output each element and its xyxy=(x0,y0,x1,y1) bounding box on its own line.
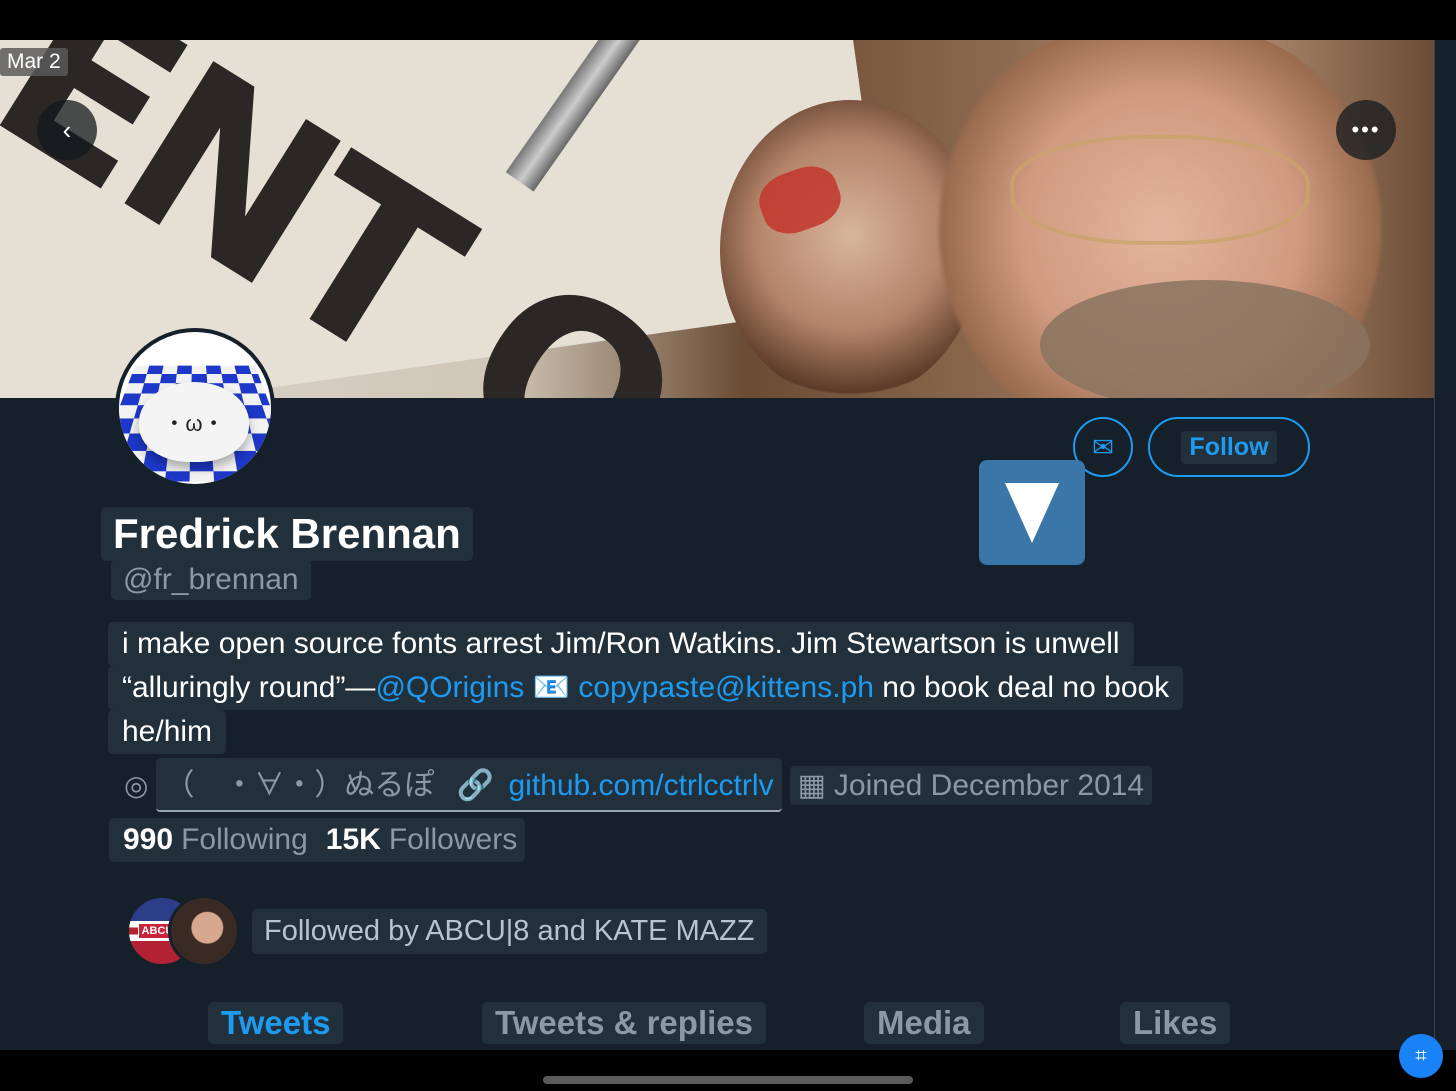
follow-stats: 990 Following 15K Followers xyxy=(109,818,526,862)
followed-by[interactable]: ABCU|8 Followed by ABCU|8 and KATE MAZZ xyxy=(126,895,767,967)
bio-line-3: he/him xyxy=(108,710,227,754)
tab-tweets-replies[interactable]: Tweets & replies xyxy=(482,1002,766,1044)
follow-button[interactable]: Follow xyxy=(1148,417,1310,477)
triangle-down-icon[interactable] xyxy=(979,460,1085,565)
avatar[interactable]: ・ω・ xyxy=(115,328,275,488)
side-divider xyxy=(1434,40,1456,1050)
profile-tabs: Tweets Tweets & replies Media Likes xyxy=(0,1000,1434,1050)
link-icon: 🔗 xyxy=(456,769,495,802)
more-options-button[interactable]: ••• xyxy=(1336,100,1396,160)
back-button[interactable]: ‹ xyxy=(37,100,97,160)
profile-name: Fredrick Brennan xyxy=(101,507,473,561)
follower-avatar-2 xyxy=(168,895,240,967)
mention-link[interactable]: @QOrigins xyxy=(375,671,524,704)
tab-tweets[interactable]: Tweets xyxy=(208,1002,344,1044)
profile-location: （ ・∀・）ぬるぽ xyxy=(164,769,435,802)
chevron-left-icon: ‹ xyxy=(62,114,72,145)
profile-meta: ◎ （ ・∀・）ぬるぽ 🔗 github.com/ctrlcctrlv ▦ Joi… xyxy=(110,758,1153,812)
bio-line-2: “alluringly round”—@QOrigins 📧 copypaste… xyxy=(108,666,1184,710)
date-tag: Mar 2 xyxy=(0,48,68,76)
website-link[interactable]: github.com/ctrlcctrlv xyxy=(508,769,773,802)
profile-screen: ENT Q Mar 2 ‹ ••• ・ω・ ✉ Follow Fredrick … xyxy=(0,40,1434,1050)
email-link[interactable]: copypaste@kittens.ph xyxy=(578,671,874,704)
calendar-icon: ▦ xyxy=(797,768,826,802)
mail-icon: ✉ xyxy=(1092,431,1114,462)
tab-media[interactable]: Media xyxy=(864,1002,984,1044)
banner-sign-text: ENT Q xyxy=(0,40,716,398)
following-stat[interactable]: 990 Following xyxy=(123,823,308,857)
follow-label: Follow xyxy=(1181,430,1277,464)
profile-bio: i make open source fonts arrest Jim/Ron … xyxy=(108,622,1184,754)
profile-handle: @fr_brennan xyxy=(111,560,311,600)
followers-stat[interactable]: 15K Followers xyxy=(326,823,517,857)
avatar-face: ・ω・ xyxy=(139,382,249,462)
location-pin-icon: ◎ xyxy=(124,769,149,801)
home-indicator[interactable] xyxy=(543,1076,913,1084)
status-bar xyxy=(0,0,1456,40)
profile-location-and-website[interactable]: （ ・∀・）ぬるぽ 🔗 github.com/ctrlcctrlv xyxy=(156,758,782,812)
tab-likes[interactable]: Likes xyxy=(1120,1002,1231,1044)
banner-glasses xyxy=(1010,135,1310,245)
joined-date: ▦ Joined December 2014 xyxy=(789,765,1153,805)
banner-beard xyxy=(1040,280,1370,398)
bio-line-1: i make open source fonts arrest Jim/Ron … xyxy=(108,622,1134,666)
envelope-emoji-icon: 📧 xyxy=(532,671,570,704)
bottom-bar xyxy=(0,1050,1456,1091)
followed-by-text: Followed by ABCU|8 and KATE MAZZ xyxy=(252,908,767,954)
live-text-icon[interactable]: ⌗ xyxy=(1399,1034,1443,1078)
more-icon: ••• xyxy=(1351,117,1381,142)
